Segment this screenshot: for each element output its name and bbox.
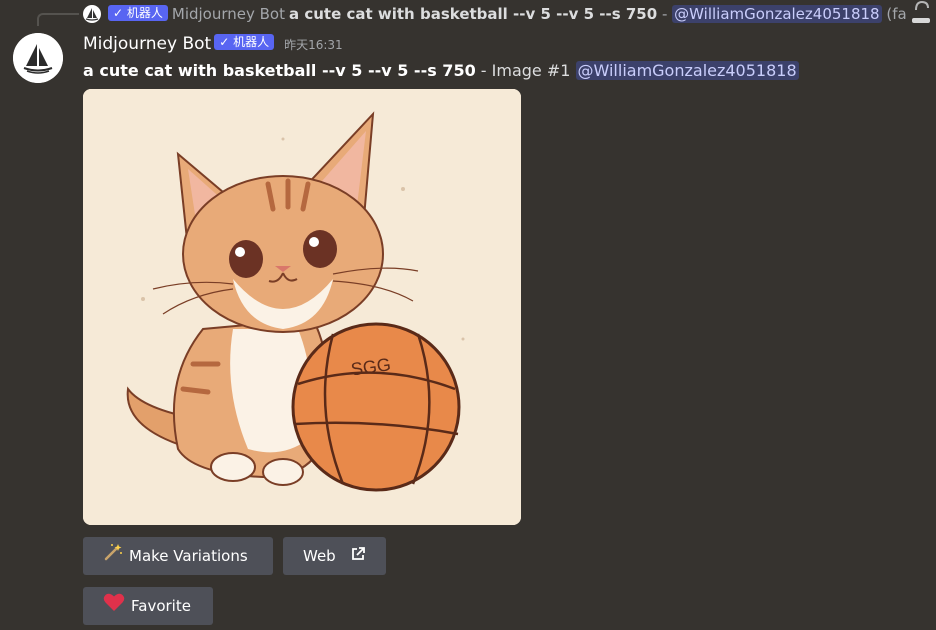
reply-separator: -: [661, 5, 668, 23]
reply-bot-name[interactable]: Midjourney Bot: [172, 5, 285, 23]
message-suffix: - Image #1: [475, 61, 576, 80]
make-variations-label: Make Variations: [129, 547, 248, 565]
web-label: Web: [303, 547, 336, 565]
reply-avatar[interactable]: [83, 5, 101, 23]
message-prompt: a cute cat with basketball --v 5 --v 5 -…: [83, 61, 476, 80]
message-mention[interactable]: @WilliamGonzalez4051818: [575, 61, 799, 80]
heart-icon: [103, 588, 125, 626]
bot-badge: ✓ 机器人: [108, 5, 168, 21]
reply-speed: (fast): [886, 5, 906, 23]
message-header: Midjourney Bot ✓ 机器人 昨天16:31: [83, 34, 343, 56]
timestamp[interactable]: 昨天16:31: [284, 38, 343, 52]
reply-spine: [37, 13, 79, 26]
magic-wand-icon: [103, 538, 123, 576]
bot-avatar[interactable]: [13, 33, 63, 83]
message-options-icon[interactable]: [910, 0, 932, 24]
web-button[interactable]: Web: [283, 537, 386, 575]
external-link-icon: [350, 538, 366, 576]
bot-badge: ✓ 机器人: [214, 34, 275, 50]
make-variations-button[interactable]: Make Variations: [83, 537, 273, 575]
reply-mention[interactable]: @WilliamGonzalez4051818: [672, 5, 882, 23]
reply-preview[interactable]: ✓ 机器人 Midjourney Bot a cute cat with baske…: [0, 0, 936, 28]
username[interactable]: Midjourney Bot: [83, 34, 211, 54]
favorite-label: Favorite: [131, 597, 191, 615]
message-content: a cute cat with basketball --v 5 --v 5 -…: [83, 61, 799, 80]
favorite-button[interactable]: Favorite: [83, 587, 213, 625]
generated-image[interactable]: SGG: [83, 89, 521, 525]
reply-content[interactable]: ✓ 机器人 Midjourney Bot a cute cat with baske…: [108, 4, 906, 24]
reply-prompt: a cute cat with basketball --v 5 --v 5 -…: [289, 5, 658, 23]
